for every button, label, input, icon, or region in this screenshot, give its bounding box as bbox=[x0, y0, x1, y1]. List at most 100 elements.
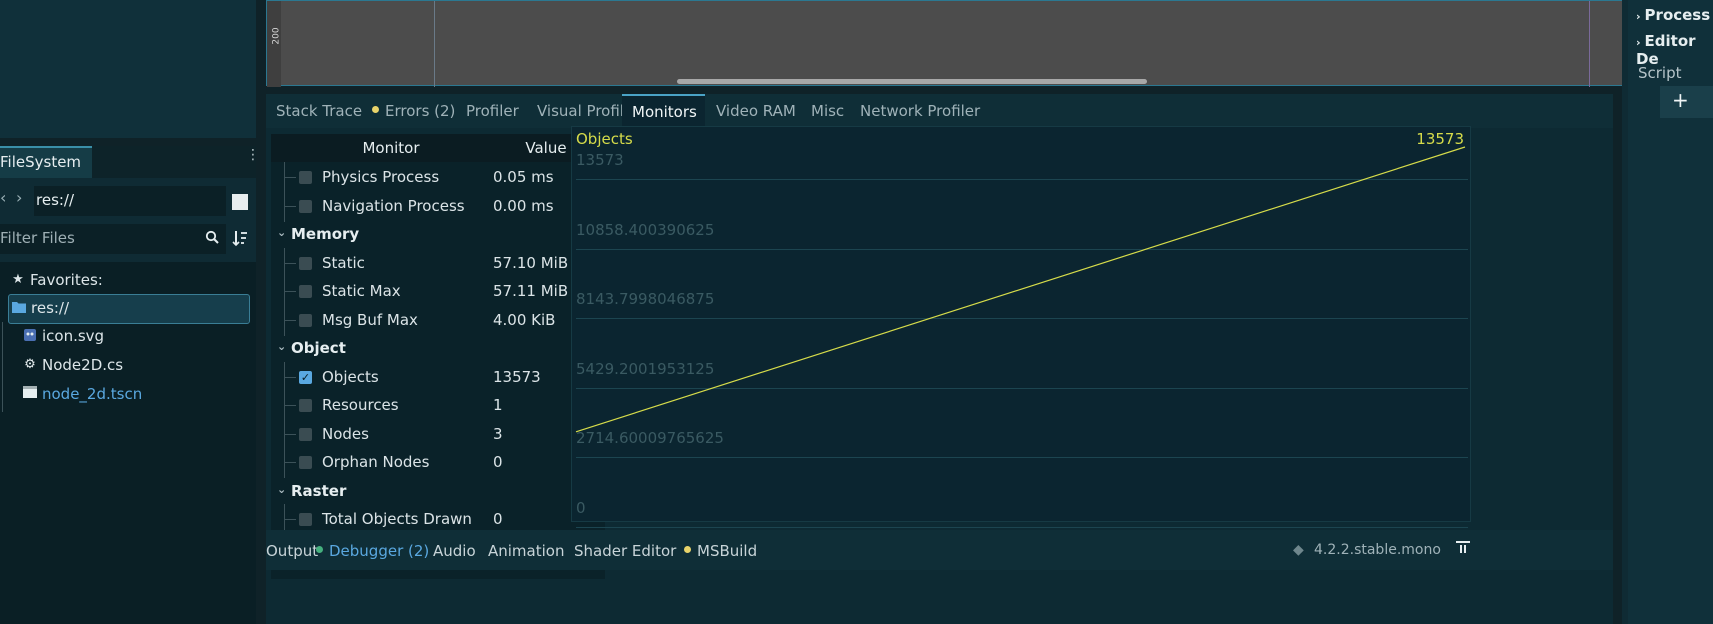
chevron-down-icon: ⌄ bbox=[277, 482, 287, 496]
monitor-row: Resources 1 bbox=[271, 390, 591, 421]
monitor-name: Objects bbox=[322, 367, 379, 386]
split-mode-toggle[interactable] bbox=[232, 194, 248, 210]
viewport-guide bbox=[434, 1, 435, 87]
monitor-value: 57.11 MiB bbox=[493, 282, 569, 300]
bottom-panel-bar: Output Debugger (2) Audio Animation Shad… bbox=[266, 530, 1613, 570]
tab-stack-trace[interactable]: Stack Trace bbox=[266, 94, 362, 128]
tab-label: Stack Trace bbox=[276, 102, 363, 120]
tab-shader-editor[interactable]: Shader Editor bbox=[574, 542, 676, 560]
tab-output[interactable]: Output bbox=[266, 542, 318, 560]
monitor-checkbox[interactable]: ✓ bbox=[299, 370, 312, 384]
monitor-name: Physics Process bbox=[322, 168, 440, 186]
tab-errors[interactable]: Errors (2) bbox=[362, 94, 455, 128]
tab-filesystem[interactable]: FileSystem bbox=[0, 146, 92, 178]
tree-guide bbox=[284, 291, 296, 292]
graph-gridline bbox=[576, 527, 1468, 528]
monitor-value: 13573 bbox=[493, 367, 541, 386]
tree-guide bbox=[284, 519, 296, 520]
monitor-name: Total Objects Drawn bbox=[322, 510, 472, 528]
monitor-name: Navigation Process bbox=[322, 196, 465, 215]
vertical-ruler: 200 bbox=[267, 1, 282, 87]
tree-item-label: res:// bbox=[31, 299, 70, 317]
kebab-menu-icon[interactable]: ⋮ bbox=[246, 148, 260, 172]
tab-label: Profiler bbox=[466, 102, 519, 120]
monitor-value: 3 bbox=[493, 424, 503, 443]
warning-dot-icon bbox=[372, 106, 379, 113]
tree-guide bbox=[284, 405, 296, 406]
monitor-checkbox[interactable] bbox=[299, 256, 312, 270]
tab-label: Output bbox=[266, 542, 319, 560]
add-script-button[interactable]: + bbox=[1660, 86, 1713, 118]
filter-files-input[interactable]: Filter Files bbox=[0, 224, 226, 254]
monitor-checkbox[interactable] bbox=[299, 313, 312, 327]
monitor-value: 57.10 MiB bbox=[493, 253, 569, 272]
tree-item-res[interactable]: res:// bbox=[8, 294, 250, 324]
inspector-dock: › Process › Editor De Script + bbox=[1622, 0, 1713, 624]
monitor-checkbox[interactable] bbox=[299, 199, 312, 213]
monitor-checkbox[interactable] bbox=[299, 456, 312, 469]
monitor-value: 4.00 KiB bbox=[493, 310, 556, 329]
tab-label: Shader Editor bbox=[574, 542, 677, 560]
tree-guide bbox=[284, 433, 296, 435]
back-arrow-icon[interactable]: ‹ bbox=[0, 188, 14, 212]
tab-animation[interactable]: Animation bbox=[488, 542, 564, 560]
tree-item-node2d-cs[interactable]: ⚙ Node2D.cs bbox=[0, 351, 256, 381]
tree-item-icon-svg[interactable]: icon.svg bbox=[0, 322, 256, 352]
image-icon bbox=[22, 328, 38, 344]
monitor-value: 0 bbox=[493, 453, 503, 471]
viewport-2d[interactable]: 200 bbox=[266, 0, 1624, 87]
tree-guide bbox=[284, 262, 296, 264]
section-process[interactable]: › Process bbox=[1636, 6, 1710, 24]
tab-misc[interactable]: Misc bbox=[801, 94, 844, 128]
tab-label: Audio bbox=[433, 542, 476, 560]
tree-guide bbox=[284, 205, 296, 207]
tab-audio[interactable]: Audio bbox=[433, 542, 476, 560]
version-label[interactable]: 4.2.2.stable.mono bbox=[1314, 542, 1441, 558]
tab-label: Debugger (2) bbox=[329, 542, 430, 560]
monitor-checkbox[interactable] bbox=[299, 427, 312, 441]
tab-debugger[interactable]: Debugger (2) bbox=[316, 542, 429, 560]
tab-video-ram[interactable]: Video RAM bbox=[706, 94, 796, 128]
path-input[interactable]: res:// bbox=[34, 186, 226, 216]
section-label: Process bbox=[1644, 6, 1711, 24]
status-dot-icon bbox=[316, 546, 323, 553]
monitor-name: Orphan Nodes bbox=[322, 453, 430, 471]
folder-icon bbox=[11, 301, 27, 317]
monitor-group[interactable]: ⌄ Object bbox=[271, 333, 591, 364]
monitor-checkbox[interactable] bbox=[299, 399, 312, 412]
favorites-item[interactable]: ★ Favorites: bbox=[0, 266, 256, 296]
monitor-group[interactable]: ⌄ Raster bbox=[271, 476, 591, 507]
horizontal-scrollbar[interactable] bbox=[677, 79, 1147, 84]
monitor-checkbox[interactable] bbox=[299, 513, 312, 526]
monitor-group[interactable]: ⌄ Memory bbox=[271, 219, 591, 250]
debugger-tabs: Stack Trace Errors (2) Profiler Visual P… bbox=[266, 94, 1613, 128]
filter-row: Filter Files bbox=[0, 224, 256, 254]
monitor-group-label: Object bbox=[291, 339, 346, 357]
filesystem-tabbar: FileSystem ⋮ bbox=[0, 146, 260, 178]
chevron-down-icon: ⌄ bbox=[277, 340, 287, 353]
monitor-row: Msg Buf Max 4.00 KiB bbox=[271, 304, 591, 336]
tab-label: Monitors bbox=[632, 103, 697, 121]
tab-profiler[interactable]: Profiler bbox=[456, 94, 519, 128]
monitor-checkbox[interactable] bbox=[299, 285, 312, 298]
monitor-list: Monitor Value Physics Process 0.05 ms Navi… bbox=[271, 134, 605, 579]
monitor-row: Static Max 57.11 MiB bbox=[271, 276, 591, 307]
monitor-row: Orphan Nodes 0 bbox=[271, 447, 591, 478]
forward-arrow-icon[interactable]: › bbox=[16, 188, 30, 212]
sort-icon[interactable] bbox=[232, 229, 250, 249]
monitor-row: Physics Process 0.05 ms bbox=[271, 162, 591, 193]
tab-msbuild[interactable]: MSBuild bbox=[684, 542, 757, 560]
tab-network-profiler[interactable]: Network Profiler bbox=[850, 94, 980, 128]
monitor-name: Static Max bbox=[322, 282, 401, 300]
tree-item-node-2d-tscn[interactable]: node_2d.tscn bbox=[0, 380, 256, 410]
section-editor-description[interactable]: › Editor De bbox=[1636, 32, 1713, 68]
warning-dot-icon bbox=[684, 546, 691, 553]
monitor-row: Static 57.10 MiB bbox=[271, 247, 591, 279]
tree-item-label: icon.svg bbox=[42, 327, 105, 345]
pin-panel-icon[interactable] bbox=[1456, 540, 1470, 558]
monitor-row: ✓ Objects 13573 bbox=[271, 361, 591, 393]
tab-monitors[interactable]: Monitors bbox=[622, 94, 705, 128]
tree-item-label: Node2D.cs bbox=[42, 356, 124, 374]
monitor-checkbox[interactable] bbox=[299, 171, 312, 184]
tab-label: Network Profiler bbox=[860, 102, 981, 120]
